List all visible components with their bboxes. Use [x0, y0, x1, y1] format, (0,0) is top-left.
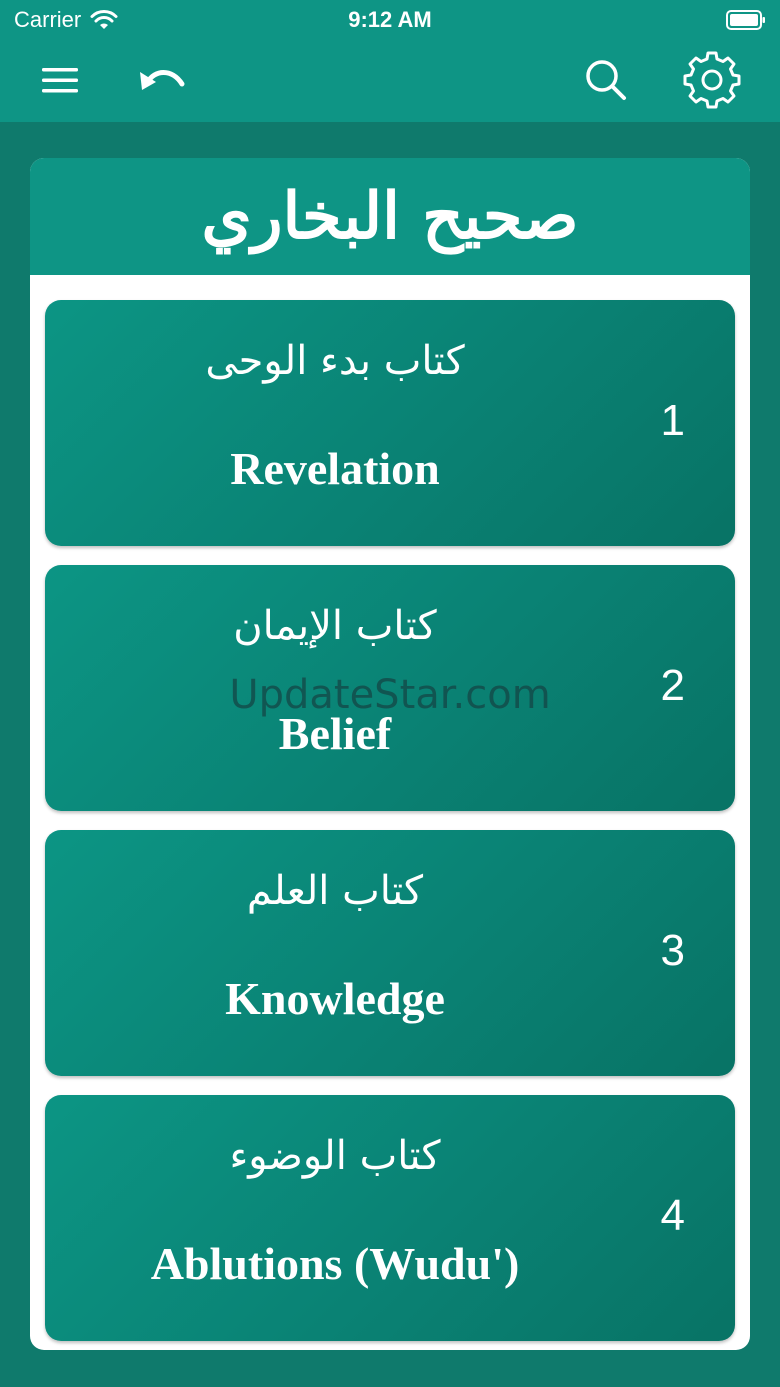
chapter-number: 1 — [660, 396, 685, 445]
search-icon — [586, 60, 626, 100]
book-title-header: صحيح البخاري — [30, 158, 750, 275]
chapter-number: 4 — [660, 1191, 685, 1240]
chapter-number: 2 — [660, 661, 685, 710]
chapter-item-3[interactable]: كتاب العلم Knowledge 3 — [45, 830, 735, 1076]
chapter-english-title: Ablutions (Wudu') — [150, 1238, 520, 1289]
chapter-number: 3 — [660, 926, 685, 975]
gear-icon — [683, 51, 741, 109]
chapter-item-4[interactable]: كتاب الوضوء Ablutions (Wudu') 4 — [45, 1095, 735, 1341]
chapter-arabic-title: كتاب الوضوء — [229, 1133, 441, 1179]
search-button[interactable] — [576, 50, 636, 110]
chapter-english-title: Revelation — [230, 443, 440, 494]
hamburger-menu-icon — [42, 68, 78, 93]
chapter-arabic-title: كتاب الإيمان — [233, 603, 437, 649]
book-card: صحيح البخاري كتاب بدء الوحى Revelation 1… — [30, 158, 750, 1350]
undo-arrow-icon — [140, 70, 185, 90]
chapter-arabic-title: كتاب بدء الوحى — [205, 338, 465, 384]
chapter-arabic-title: كتاب العلم — [246, 868, 424, 914]
book-title: صحيح البخاري — [201, 179, 579, 254]
chapter-item-2[interactable]: كتاب الإيمان Belief 2 — [45, 565, 735, 811]
status-time: 9:12 AM — [348, 7, 432, 32]
back-button[interactable] — [130, 50, 190, 110]
status-bar: Carrier 9:12 AM — [0, 0, 780, 40]
chapter-item-1[interactable]: كتاب بدء الوحى Revelation 1 — [45, 300, 735, 546]
settings-button[interactable] — [682, 50, 742, 110]
menu-button[interactable] — [30, 50, 90, 110]
chapter-english-title: Belief — [278, 708, 392, 759]
battery-icon — [726, 10, 765, 30]
chapter-english-title: Knowledge — [225, 973, 445, 1024]
navigation-bar — [0, 40, 780, 122]
